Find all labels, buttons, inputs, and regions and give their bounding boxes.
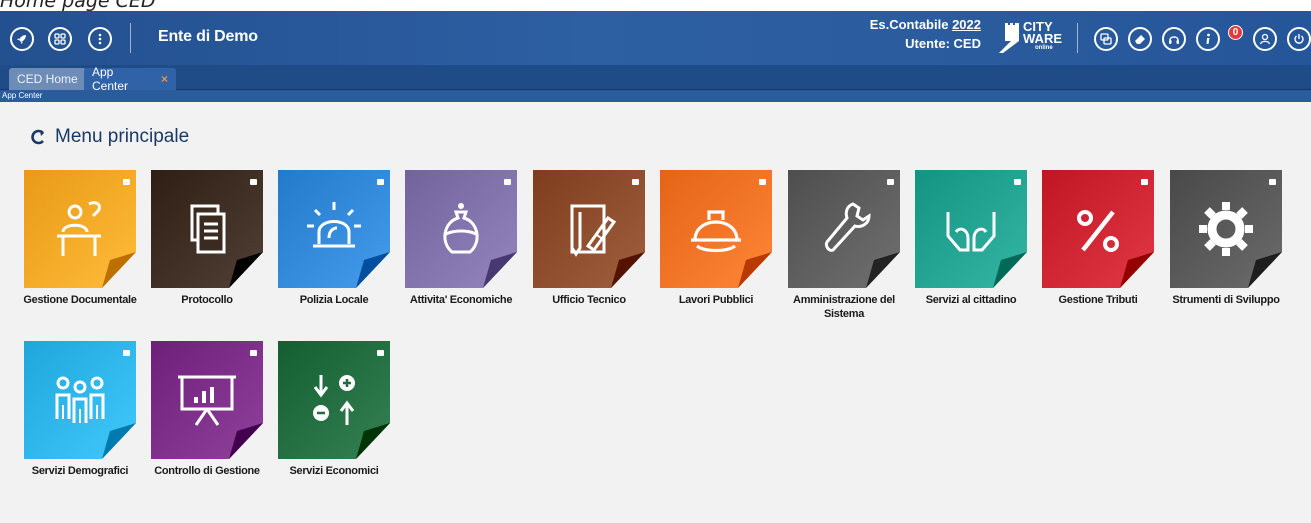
app-tile-label: Polizia Locale — [299, 294, 369, 306]
tab-bar: CED Home App Center × — [0, 65, 1311, 93]
wrench-icon — [825, 202, 871, 252]
user-glyph — [1259, 33, 1271, 45]
notification-badge: 0 — [1228, 25, 1243, 40]
headset-glyph — [1169, 36, 1179, 44]
app-tile-label: Ufficio Tecnico — [552, 294, 626, 306]
user-icon[interactable] — [1253, 27, 1277, 51]
toolbar-divider — [130, 23, 131, 53]
app-tile-label: Attivita' Economiche — [409, 294, 513, 306]
cityware-logo-text: CITY WARE online — [1023, 20, 1062, 52]
app-tile[interactable]: Lavori Pubblici — [660, 170, 772, 306]
more-vertical-icon[interactable] — [88, 27, 112, 51]
app-tile-label: Strumenti di Sviluppo — [1172, 294, 1280, 306]
app-title: Ente di Demo — [158, 28, 258, 45]
folder-mini-icon — [250, 350, 257, 356]
main-content: Menu principale Gestione Documentale Prot… — [0, 102, 1311, 523]
headset-icon[interactable] — [1162, 27, 1186, 51]
more-vertical-glyph — [98, 33, 102, 45]
desk-person-icon — [57, 201, 101, 256]
cityware-logo: CITY WARE online — [997, 19, 1069, 57]
app-tile[interactable]: Amministrazione del Sistema — [788, 170, 900, 320]
plus-minus-arrows-icon — [313, 375, 355, 425]
caption-text: Home page CED — [0, 0, 156, 11]
app-tile[interactable]: Gestione Tributi — [1042, 170, 1154, 306]
ruler-pencil-icon — [570, 204, 617, 257]
tab-label: CED Home — [17, 72, 78, 86]
percent-icon — [1077, 210, 1119, 252]
info-glyph — [1206, 33, 1210, 44]
power-glyph — [1294, 34, 1304, 44]
app-tile[interactable]: Controllo di Gestione — [151, 341, 263, 477]
app-tile-label: Gestione Tributi — [1058, 294, 1138, 306]
gear-icon — [1199, 202, 1253, 256]
folder-mini-icon — [377, 179, 384, 185]
app-tile-label: Servizi al cittadino — [925, 294, 1017, 306]
app-tile[interactable]: Gestione Documentale — [23, 170, 137, 306]
app-tile[interactable]: Servizi al cittadino — [915, 170, 1027, 306]
windows-glyph — [1100, 33, 1112, 45]
folder-mini-icon — [1141, 179, 1148, 185]
folder-mini-icon — [1014, 179, 1021, 185]
logo-line-2: WARE — [1023, 31, 1062, 46]
app-tile-label: Lavori Pubblici — [678, 294, 754, 306]
app-tile-label: Servizi Economici — [289, 465, 379, 477]
apps-grid-icon[interactable] — [48, 27, 72, 51]
folder-mini-icon — [250, 179, 257, 185]
windows-icon[interactable] — [1094, 27, 1118, 51]
page-caption: Home page CED — [0, 0, 200, 11]
fiscal-year-label: Es.Contabile — [869, 17, 953, 32]
app-tile-label: Amministrazione del Sistema — [793, 294, 895, 320]
fiscal-year-value[interactable]: 2022 — [952, 17, 981, 32]
app-tile-label: Protocollo — [181, 294, 233, 306]
app-tile-label: Controllo di Gestione — [154, 465, 260, 477]
folder-mini-icon — [632, 179, 639, 185]
apps-grid-glyph — [54, 33, 66, 45]
app-tile[interactable]: Protocollo — [151, 170, 263, 306]
page-title: Menu principale — [55, 126, 190, 147]
folder-mini-icon — [887, 179, 894, 185]
documents-icon — [190, 204, 226, 254]
rocket-icon[interactable] — [10, 27, 34, 51]
breadcrumb: App Center — [2, 91, 43, 100]
app-tile[interactable]: Servizi Demografici — [24, 341, 136, 477]
toolbar-divider — [1077, 23, 1078, 53]
folder-mini-icon — [123, 350, 130, 356]
app-tile[interactable]: Polizia Locale — [278, 170, 390, 306]
refresh-icon[interactable] — [31, 129, 47, 145]
app-tile[interactable]: Strumenti di Sviluppo — [1170, 170, 1282, 306]
logo-line-3: online — [1035, 45, 1053, 51]
app-tile[interactable]: Ufficio Tecnico — [533, 170, 645, 306]
people-icon — [55, 376, 105, 423]
eraser-glyph — [1135, 35, 1145, 44]
close-icon[interactable]: × — [161, 72, 168, 86]
folder-mini-icon — [759, 179, 766, 185]
cityware-logo-mark — [999, 23, 1019, 53]
tab-app-center[interactable]: App Center × — [84, 65, 176, 93]
folder-mini-icon — [504, 179, 511, 185]
power-icon[interactable] — [1287, 27, 1311, 51]
folder-mini-icon — [123, 179, 130, 185]
folder-mini-icon — [1269, 179, 1276, 185]
app-tile-label: Gestione Documentale — [23, 294, 137, 306]
current-user: Utente: CED — [905, 36, 981, 51]
breadcrumb-bar: App Center — [0, 90, 1311, 102]
top-bar: Ente di Demo Es.Contabile 2022 Utente: C… — [0, 11, 1311, 65]
presentation-chart-icon — [178, 375, 236, 426]
siren-icon — [307, 202, 361, 248]
eraser-icon[interactable] — [1128, 27, 1152, 51]
info-icon[interactable] — [1196, 27, 1220, 51]
section-header: Menu principale — [31, 126, 189, 148]
fiscal-year[interactable]: Es.Contabile 2022 — [870, 17, 981, 32]
tab-label: App Center — [92, 65, 129, 93]
hands-icon — [946, 212, 996, 252]
app-tile[interactable]: Attivita' Economiche — [405, 170, 517, 306]
app-tile[interactable]: Servizi Economici — [278, 341, 390, 477]
folder-mini-icon — [377, 350, 384, 356]
helmet-icon — [691, 210, 741, 253]
tab-ced-home[interactable]: CED Home — [9, 68, 86, 90]
money-bag-icon — [443, 203, 479, 254]
app-tile-label: Servizi Demografici — [31, 465, 129, 477]
rocket-icon-glyph — [17, 35, 26, 44]
